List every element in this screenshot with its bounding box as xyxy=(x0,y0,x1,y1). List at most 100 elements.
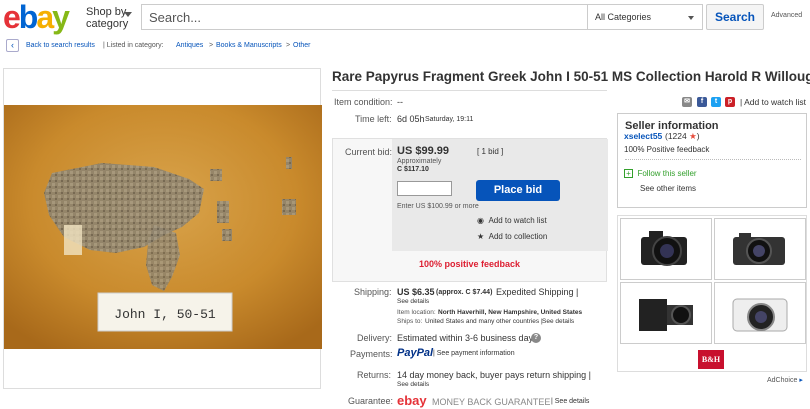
adchoice-link[interactable]: AdChoice ▸ xyxy=(767,376,803,384)
returns-see-details-link[interactable]: See details xyxy=(397,381,429,388)
ad-camera-4[interactable] xyxy=(714,282,806,344)
camera-icon xyxy=(639,299,693,331)
ships-to-label: Ships to: xyxy=(397,318,423,325)
breadcrumb-other[interactable]: Other xyxy=(293,39,311,53)
feedback-score-close: ) xyxy=(696,131,700,141)
ad-camera-3[interactable] xyxy=(620,282,712,344)
place-bid-button[interactable]: Place bid xyxy=(476,180,560,201)
returns-label: Returns: xyxy=(357,370,392,380)
add-collection-text: Add to collection xyxy=(488,232,548,241)
see-other-items-link[interactable]: See other items xyxy=(640,184,696,193)
camera-icon xyxy=(641,231,687,266)
feedback-score: (1224 xyxy=(665,131,687,141)
time-left-detail: Saturday, 19:11 xyxy=(425,116,474,123)
star-icon: ★ xyxy=(477,232,485,241)
breadcrumb-books-manuscripts[interactable]: Books & Manuscripts xyxy=(216,39,282,53)
search-box xyxy=(141,4,588,30)
bid-count-link[interactable]: [ 1 bid ] xyxy=(477,147,503,156)
search-button[interactable]: Search xyxy=(706,4,764,30)
guarantee-see-details-link[interactable]: | See details xyxy=(551,398,589,405)
payment-info-link[interactable]: | See payment information xyxy=(433,350,515,357)
divider xyxy=(332,90,607,91)
shipping-see-details-link[interactable]: See details xyxy=(397,298,429,305)
breadcrumb-separator: > xyxy=(209,42,214,49)
ebay-logo[interactable]: ebay xyxy=(3,1,70,33)
email-icon[interactable]: ✉ xyxy=(682,97,692,107)
ad-camera-1[interactable] xyxy=(620,218,712,280)
adchoice-icon: ▸ xyxy=(799,377,803,384)
item-location-label: Item location: xyxy=(397,309,436,316)
time-left-label: Time left: xyxy=(355,114,392,124)
shop-by-label: Shop by xyxy=(86,6,127,18)
listed-in-label: | Listed in category: xyxy=(103,42,164,49)
category-label: category xyxy=(86,18,129,30)
shipping-approx: (approx. C $7.44) xyxy=(436,289,493,296)
feedback-score-link[interactable]: (1224 ★) xyxy=(665,131,700,142)
payment-info-text: See payment information xyxy=(436,350,515,357)
bh-logo[interactable]: B&H xyxy=(698,350,724,369)
advanced-search-link[interactable]: Advanced xyxy=(771,12,802,19)
camera-icon xyxy=(733,233,785,265)
breadcrumb-separator: > xyxy=(286,42,291,49)
payments-label: Payments: xyxy=(350,349,393,359)
condition-value: -- xyxy=(397,97,403,107)
item-title: Rare Papyrus Fragment Greek John I 50-51… xyxy=(332,69,810,84)
guarantee-see-details-text: See details xyxy=(554,398,590,405)
condition-label: Item condition: xyxy=(334,97,393,107)
category-select[interactable]: All Categories xyxy=(587,4,703,30)
delivery-value: Estimated within 3-6 business days xyxy=(397,333,538,343)
approx-value: C $117.10 xyxy=(397,166,429,173)
search-input[interactable] xyxy=(142,5,587,29)
pinterest-icon[interactable]: p xyxy=(725,97,735,107)
star-icon: ★ xyxy=(689,131,697,141)
watch-link-text: Add to watch list xyxy=(744,97,806,107)
enter-amount-hint: Enter US $100.99 or more xyxy=(397,203,479,210)
breadcrumb-antiques[interactable]: Antiques xyxy=(176,39,203,53)
approx-label: Approximately xyxy=(397,158,442,165)
camera-icon xyxy=(732,298,788,332)
ships-to-value: United States and many other countries | xyxy=(425,318,543,325)
chevron-down-icon xyxy=(124,12,132,17)
seller-positive-feedback: 100% Positive feedback xyxy=(624,145,710,154)
time-left-value: 6d 05h xyxy=(397,114,425,124)
ships-to-see-details-link[interactable]: See details xyxy=(542,318,574,325)
breadcrumb: ‹ Back to search results | Listed in cat… xyxy=(6,38,810,54)
caret-down-icon xyxy=(688,16,694,20)
seller-name-link[interactable]: xselect55 xyxy=(624,131,662,141)
current-bid-label: Current bid: xyxy=(345,147,393,157)
item-location-value: North Haverhill, New Hampshire, United S… xyxy=(438,309,583,316)
twitter-icon[interactable]: t xyxy=(711,97,721,107)
guarantee-label: Guarantee: xyxy=(348,396,394,406)
positive-feedback-banner: 100% positive feedback xyxy=(418,259,521,269)
header: ebay Shop by category All Categories Sea… xyxy=(0,0,810,36)
facebook-icon[interactable]: f xyxy=(697,97,707,107)
add-to-collection-button[interactable]: ★ Add to collection xyxy=(477,232,547,241)
category-select-value: All Categories xyxy=(595,12,652,22)
returns-value: 14 day money back, buyer pays return shi… xyxy=(397,370,591,380)
bid-amount-input[interactable] xyxy=(397,181,452,196)
back-arrow-icon[interactable]: ‹ xyxy=(6,39,19,52)
divider xyxy=(625,159,801,160)
item-photo[interactable]: John I, 50-51 xyxy=(4,105,322,349)
help-icon[interactable]: ? xyxy=(531,333,541,343)
ad-camera-2[interactable] xyxy=(714,218,806,280)
guarantee-text: MONEY BACK GUARANTEE xyxy=(432,397,551,407)
shop-by-category-button[interactable]: Shop by category xyxy=(86,6,132,30)
add-to-watch-list-button[interactable]: ◉ Add to watch list xyxy=(477,216,547,225)
plus-icon: + xyxy=(624,169,633,178)
add-to-watch-list-link[interactable]: | Add to watch list xyxy=(740,97,806,107)
back-to-search-link[interactable]: Back to search results xyxy=(26,39,95,53)
item-image-panel: John I, 50-51 xyxy=(3,68,322,389)
photo-caption-label: John I, 50-51 xyxy=(114,307,216,322)
current-bid-price: US $99.99 xyxy=(397,145,449,157)
ad-panel[interactable] xyxy=(617,215,807,372)
delivery-label: Delivery: xyxy=(357,333,393,343)
eye-icon: ◉ xyxy=(477,216,484,225)
shipping-method: Expedited Shipping | xyxy=(496,287,579,297)
seller-info-panel: Seller information xyxy=(617,113,807,208)
shipping-price: US $6.35 xyxy=(397,287,435,297)
paypal-logo: PayPal xyxy=(397,347,434,359)
follow-seller-button[interactable]: + Follow this seller xyxy=(624,169,697,178)
guarantee-ebay-logo: ebay xyxy=(397,393,427,408)
shipping-label: Shipping: xyxy=(354,287,392,297)
